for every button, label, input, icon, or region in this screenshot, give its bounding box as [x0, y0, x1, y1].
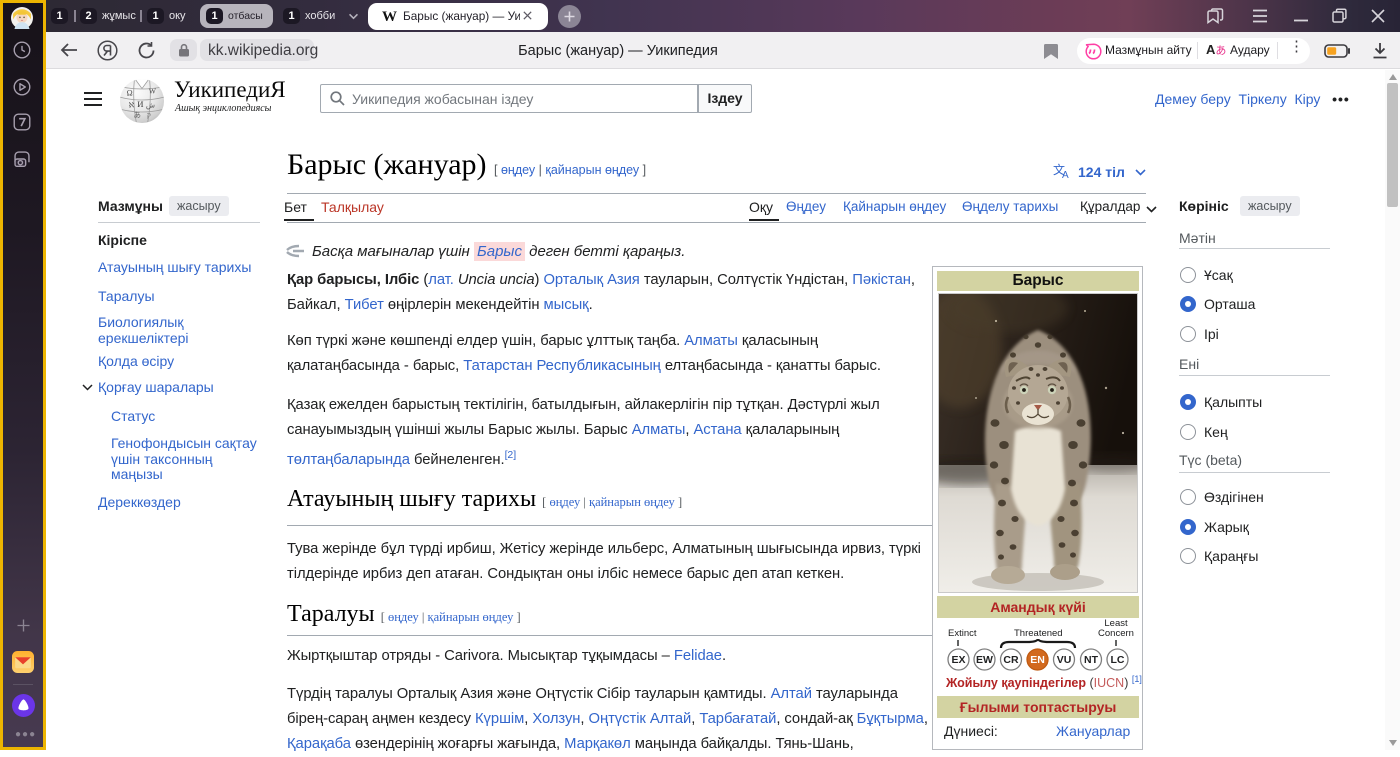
- svg-text:Ω: Ω: [127, 88, 133, 97]
- svg-text:И: И: [137, 99, 143, 109]
- svg-text:NT: NT: [1084, 654, 1099, 666]
- svg-text:ش: ش: [146, 101, 156, 110]
- svg-text:EX: EX: [951, 654, 965, 666]
- svg-text:A: A: [1062, 170, 1069, 179]
- svg-text:LC: LC: [1111, 654, 1125, 666]
- svg-text:VU: VU: [1057, 654, 1072, 666]
- svg-text:W: W: [149, 86, 157, 95]
- svg-text:EW: EW: [976, 654, 993, 666]
- svg-text:CR: CR: [1003, 654, 1019, 666]
- svg-text:あ: あ: [133, 110, 141, 119]
- svg-text:ק: ק: [147, 110, 151, 119]
- svg-text:ℵ: ℵ: [129, 101, 135, 110]
- svg-text:EN: EN: [1030, 654, 1045, 666]
